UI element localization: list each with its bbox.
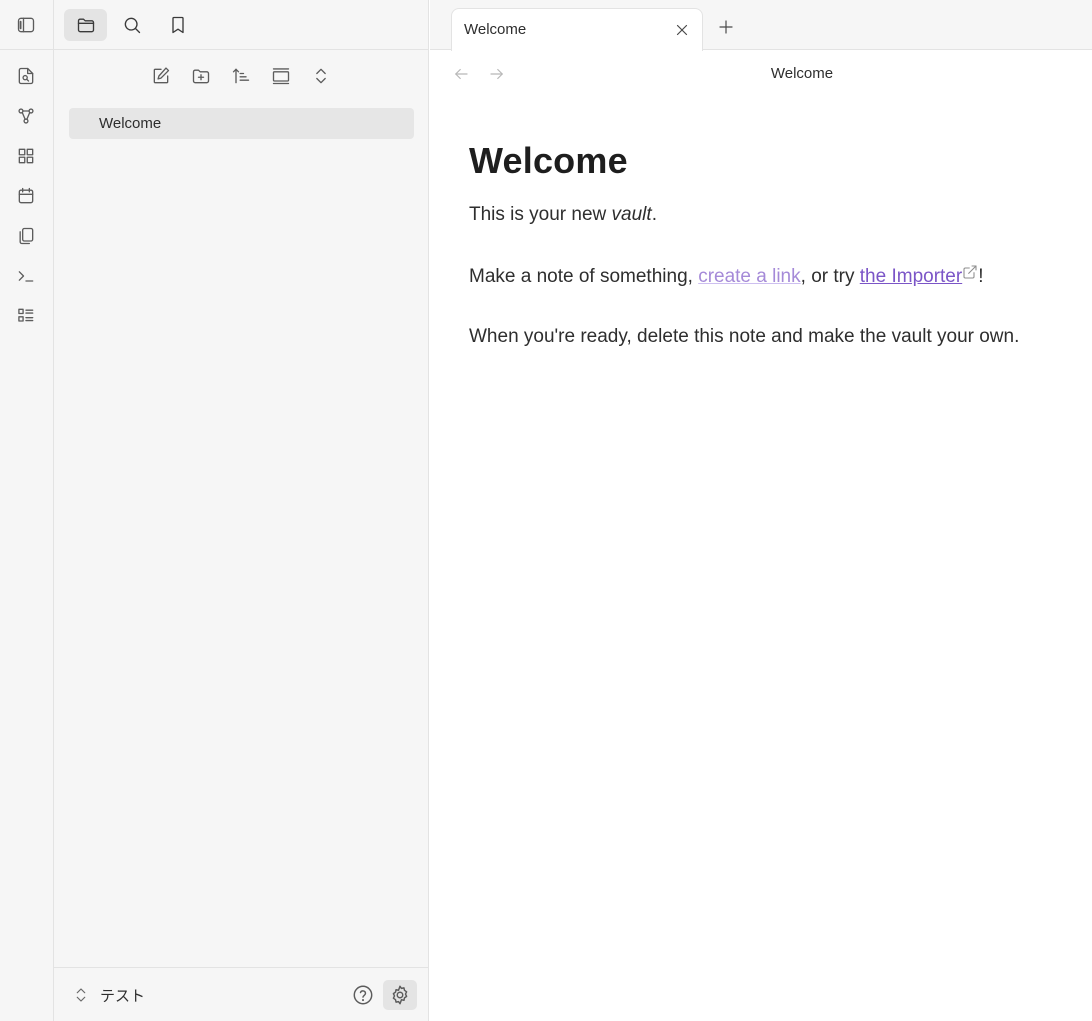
sidebar-toggle-icon[interactable]: [12, 11, 40, 39]
internal-link[interactable]: create a link: [698, 266, 800, 287]
tab-title: Welcome: [464, 21, 527, 38]
chevron-up-down-icon: [76, 988, 86, 1002]
file-list: Welcome: [69, 108, 414, 139]
vault-name: テスト: [100, 986, 146, 1005]
outline-list-icon[interactable]: [12, 302, 40, 330]
text-run: This is your new: [469, 204, 612, 225]
emphasis-text: vault: [611, 204, 652, 225]
file-explorer-actions: [54, 56, 429, 96]
graph-view-icon[interactable]: [12, 102, 40, 130]
main-workspace: Welcome Welcome Welcome This is your new…: [430, 0, 1092, 1021]
collapse-expand-icon[interactable]: [307, 62, 335, 90]
new-note-icon[interactable]: [147, 62, 175, 90]
note-paragraph: When you're ready, delete this note and …: [469, 326, 1020, 347]
external-link[interactable]: the Importer: [860, 266, 962, 287]
tab-search[interactable]: [116, 9, 148, 41]
note-paragraph: This is your new vault.: [469, 202, 1069, 228]
sidebar-tab-bar: [54, 0, 429, 50]
text-run: !: [978, 266, 984, 287]
new-folder-icon[interactable]: [187, 62, 215, 90]
daily-note-calendar-icon[interactable]: [12, 182, 40, 210]
tab-welcome[interactable]: Welcome: [451, 8, 703, 51]
close-icon[interactable]: [670, 18, 694, 42]
vault-switcher[interactable]: テスト: [72, 980, 145, 1010]
text-run: Make a note of something,: [469, 266, 699, 287]
help-icon[interactable]: [346, 980, 380, 1010]
auto-reveal-icon[interactable]: [267, 62, 295, 90]
sort-icon[interactable]: [227, 62, 255, 90]
text-run: .: [651, 204, 657, 225]
file-item-label: Welcome: [99, 115, 162, 132]
vault-bar: テスト: [54, 967, 429, 1021]
view-header: Welcome: [430, 51, 1092, 97]
quick-switcher-icon[interactable]: [12, 62, 40, 90]
canvas-icon[interactable]: [12, 142, 40, 170]
settings-gear-icon[interactable]: [383, 980, 417, 1010]
view-title: Welcome: [770, 65, 834, 82]
command-palette-icon[interactable]: [12, 262, 40, 290]
ribbon-top: [0, 0, 53, 50]
file-item-welcome[interactable]: Welcome: [69, 108, 414, 139]
tab-files[interactable]: [64, 9, 107, 41]
text-run: , or try: [800, 266, 860, 287]
templates-icon[interactable]: [12, 222, 40, 250]
note-content[interactable]: Welcome This is your new vault. Make a n…: [469, 138, 1069, 350]
note-paragraph: Make a note of something, create a link,…: [469, 262, 1069, 290]
new-tab-plus-icon[interactable]: [712, 13, 740, 41]
note-title: Welcome: [469, 140, 628, 181]
tab-bookmarks[interactable]: [162, 9, 194, 41]
tab-strip: Welcome: [430, 0, 1092, 51]
ribbon: [0, 0, 54, 1021]
external-link-icon: [962, 262, 978, 279]
file-explorer-sidebar: Welcome テスト: [54, 0, 429, 1021]
